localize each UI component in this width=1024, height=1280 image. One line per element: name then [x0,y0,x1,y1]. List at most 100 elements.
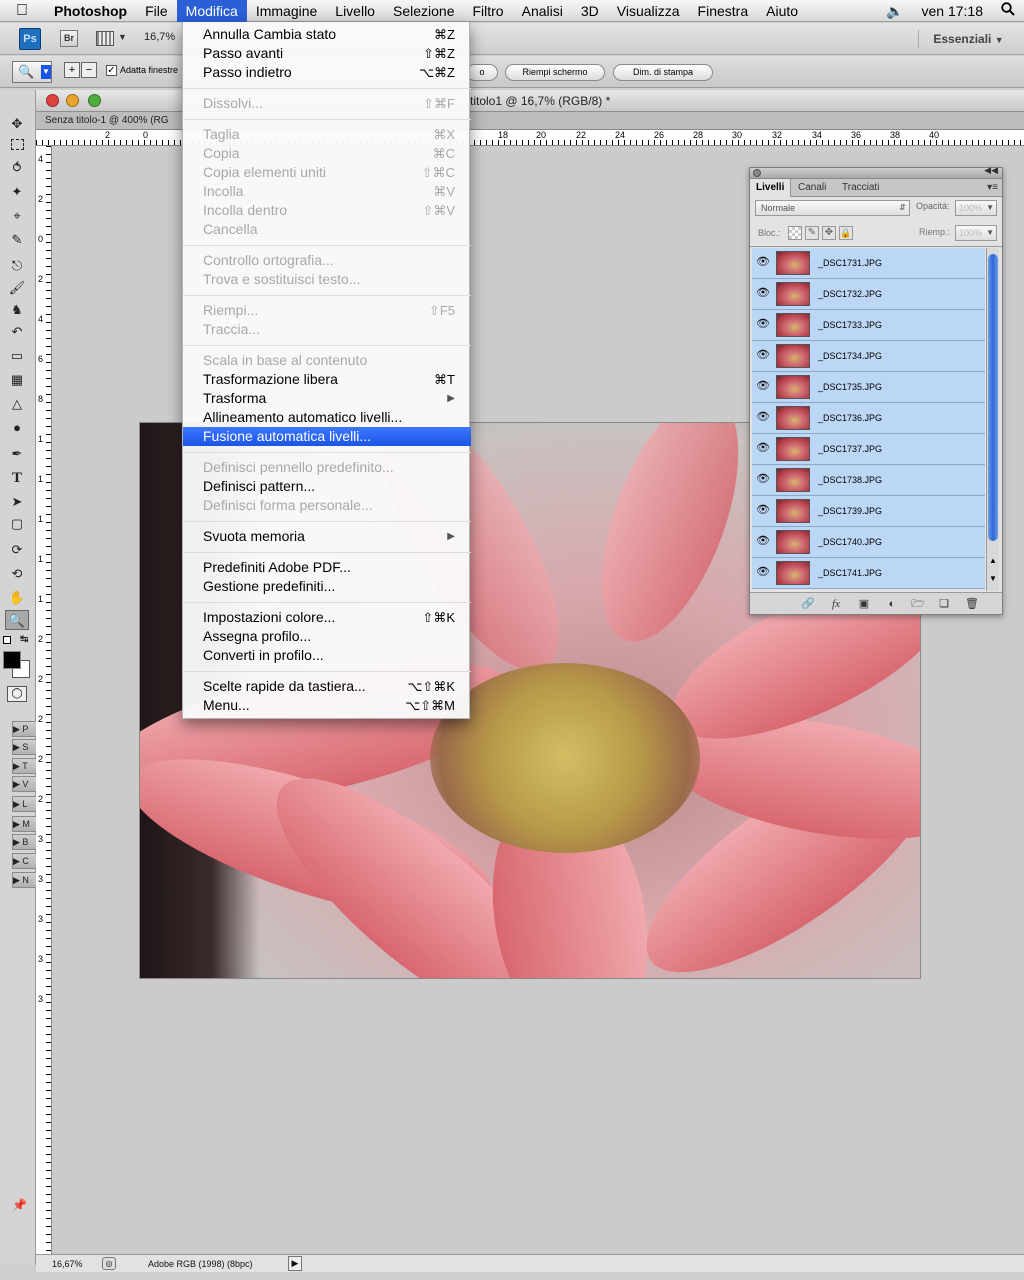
link-layers-icon[interactable]: 🔗 [800,596,816,612]
brush-tool-icon[interactable]: 🖌 [5,278,29,298]
new-layer-icon[interactable]: ❏ [936,596,952,612]
collapsed-panel-6[interactable]: ▶ M [12,816,38,832]
layer-row[interactable]: 👁 _DSC1741.JPG [752,558,985,589]
zoom-out-icon[interactable]: − [81,62,97,78]
menu-filtro[interactable]: Filtro [463,0,512,22]
tab-tracciati[interactable]: Tracciati [836,179,885,197]
collapsed-panel-7[interactable]: ▶ B [12,834,38,850]
lock-transparent-icon[interactable] [788,226,802,240]
menu-livello[interactable]: Livello [326,0,384,22]
lock-all-icon[interactable]: 🔒 [839,226,853,240]
zoom-in-icon[interactable]: + [64,62,80,78]
print-size-button[interactable]: Dim. di stampa [613,64,713,81]
collapsed-panel-9[interactable]: ▶ N [12,872,38,888]
minimize-window-button[interactable] [66,94,79,107]
collapsed-panel-1[interactable]: ▶ P [12,721,38,737]
eye-icon[interactable]: 👁 [754,410,772,426]
zoom-level[interactable]: 16,7% [144,31,175,43]
menu-item-define-pattern[interactable]: Definisci pattern... [183,477,471,496]
chevron-down-icon[interactable]: ▼ [118,32,127,42]
quick-mask-icon[interactable]: ◯ [7,686,27,702]
eye-icon[interactable]: 👁 [754,534,772,550]
menu-item-purge[interactable]: Svuota memoria ▶ [183,527,471,546]
layer-row[interactable]: 👁 _DSC1736.JPG [752,403,985,434]
eraser-tool-icon[interactable]: ▭ [5,346,29,366]
collapsed-panel-8[interactable]: ▶ C [12,853,38,869]
eye-icon[interactable]: 👁 [754,472,772,488]
layers-scrollbar[interactable]: ▲ ▼ [986,248,999,591]
delete-layer-icon[interactable]: 🗑 [964,596,980,612]
layer-style-icon[interactable]: fx [828,596,844,612]
eye-icon[interactable]: 👁 [754,503,772,519]
layer-row[interactable]: 👁 _DSC1737.JPG [752,434,985,465]
scroll-up-icon[interactable]: ▲ [989,556,997,565]
3d-orbit-tool-icon[interactable]: ⟲ [5,564,29,584]
path-selection-tool-icon[interactable]: ➤ [5,492,29,512]
menu-item-color-settings[interactable]: Impostazioni colore... ⇧⌘K [183,608,471,627]
lasso-tool-icon[interactable]: ⥀ [5,158,29,178]
layer-row[interactable]: 👁 _DSC1733.JPG [752,310,985,341]
menu-item-keyboard-shortcuts[interactable]: Scelte rapide da tastiera... ⌥⇧⌘K [183,677,471,696]
quick-selection-tool-icon[interactable]: ✦ [5,182,29,202]
menu-visualizza[interactable]: Visualizza [608,0,689,22]
menu-item-auto-blend-layers[interactable]: Fusione automatica livelli... [183,427,471,446]
eye-icon[interactable]: 👁 [754,317,772,333]
eyedropper-tool-icon[interactable]: ✎ [5,230,29,250]
bridge-button[interactable]: Br [60,30,78,47]
history-brush-tool-icon[interactable]: ↶ [5,322,29,342]
menu-item-auto-align-layers[interactable]: Allineamento automatico livelli... [183,408,471,427]
menu-finestra[interactable]: Finestra [689,0,758,22]
scroll-down-icon[interactable]: ▼ [989,574,997,583]
fit-window-checkbox[interactable]: ✓ [106,65,117,76]
move-tool-icon[interactable]: ✥ [5,114,29,134]
eye-icon[interactable]: 👁 [754,441,772,457]
menu-file[interactable]: File [136,0,177,22]
close-panel-icon[interactable] [753,169,761,177]
layer-row[interactable]: 👁 _DSC1739.JPG [752,496,985,527]
collapsed-panel-5[interactable]: ▶ L [12,796,38,812]
zoom-window-button[interactable] [88,94,101,107]
zoom-tool-icon[interactable]: 🔍 [5,610,29,630]
menu-aiuto[interactable]: Aiuto [757,0,807,22]
layer-row[interactable]: 👁 _DSC1732.JPG [752,279,985,310]
hand-tool-icon[interactable]: ✋ [5,588,29,608]
paint-bucket-tool-icon[interactable]: ▦ [5,370,29,390]
layer-row[interactable]: 👁 _DSC1731.JPG [752,248,985,279]
new-group-icon[interactable]: 🗁 [910,596,926,612]
swap-colors-icon[interactable]: ↹ [20,634,28,645]
layer-row[interactable]: 👁 _DSC1738.JPG [752,465,985,496]
menu-item-free-transform[interactable]: Trasformazione libera ⌘T [183,370,471,389]
fill-input[interactable]: 100% ▼ [955,225,997,241]
shape-tool-icon[interactable]: ▢ [5,514,29,534]
dodge-tool-icon[interactable]: ● [5,418,29,438]
blur-tool-icon[interactable]: △ [5,394,29,414]
status-info-icon[interactable]: ◎ [102,1257,116,1270]
workspace-switcher[interactable]: Essenziali ▼ [918,30,1018,48]
menu-item-menus[interactable]: Menu... ⌥⇧⌘M [183,696,471,715]
collapsed-panel-3[interactable]: ▶ T [12,758,38,774]
layer-row[interactable]: 👁 _DSC1740.JPG [752,527,985,558]
clone-stamp-tool-icon[interactable]: ♞ [5,300,29,320]
add-mask-icon[interactable]: ▣ [856,596,872,612]
eye-icon[interactable]: 👁 [754,565,772,581]
close-window-button[interactable] [46,94,59,107]
adjustment-layer-icon[interactable]: ◐ [884,596,900,612]
volume-icon[interactable]: 🔈 [877,0,912,22]
pin-icon[interactable]: 📌 [12,1198,27,1212]
menu-analisi[interactable]: Analisi [513,0,572,22]
eye-icon[interactable]: 👁 [754,348,772,364]
collapse-panel-icon[interactable]: ◀◀ [984,165,998,176]
fill-screen-button[interactable]: Riempi schermo [505,64,605,81]
menu-3d[interactable]: 3D [572,0,608,22]
status-zoom[interactable]: 16,67% [52,1255,83,1273]
spotlight-search-icon[interactable] [992,0,1024,22]
healing-brush-tool-icon[interactable]: ⎋ [5,256,29,276]
clock[interactable]: ven 17:18 [913,0,993,22]
menu-item-assign-profile[interactable]: Assegna profilo... [183,627,471,646]
menu-selezione[interactable]: Selezione [384,0,464,22]
lock-position-icon[interactable]: ✥ [822,226,836,240]
panel-title-bar[interactable]: ◀◀ [750,165,1002,179]
marquee-tool-icon[interactable] [5,136,29,156]
panel-menu-icon[interactable]: ▾≡ [987,179,998,197]
lock-image-icon[interactable]: ✎ [805,226,819,240]
